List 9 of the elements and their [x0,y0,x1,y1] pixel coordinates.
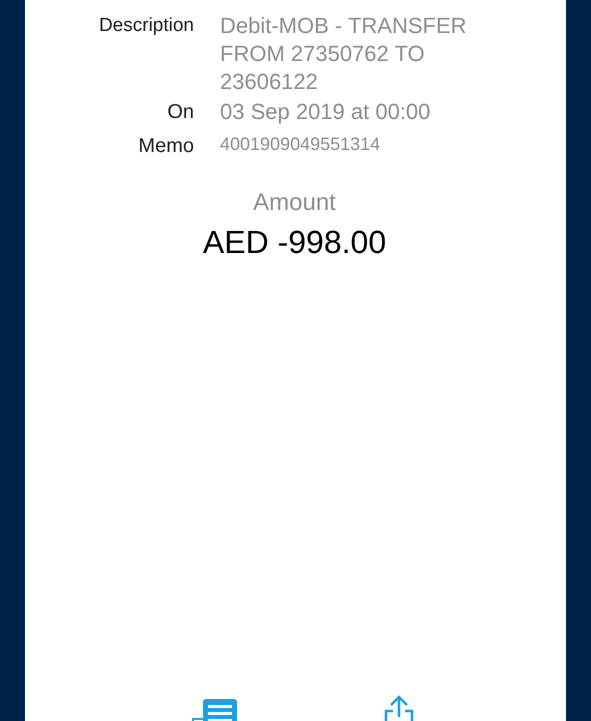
amount-value: AED -998.00 [202,223,386,262]
amount-label: Amount [253,188,336,218]
detail-value: 4001909049551314 [220,133,382,156]
detail-label: On [166,100,194,125]
detail-label: Description [98,14,194,38]
detail-value: Debit-MOB - TRANSFER FROM 27350762 TO 23606122 [220,12,468,96]
detail-label: Memo [137,134,194,159]
detail-value: 03 Sep 2019 at 00:00 [220,98,432,126]
share-icon[interactable] [383,695,415,721]
